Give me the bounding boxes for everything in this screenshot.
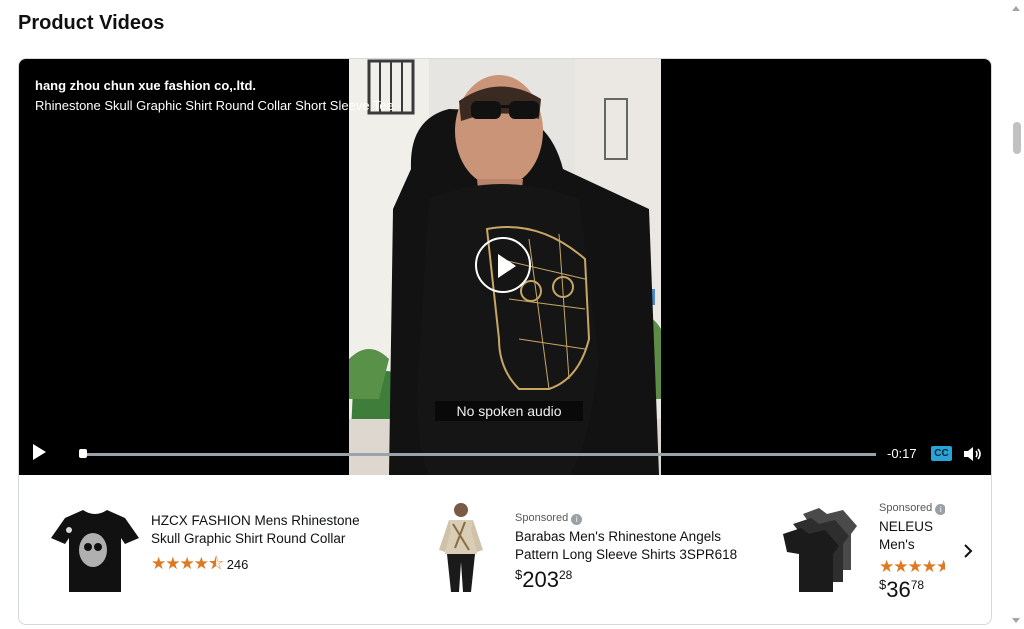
star-rating-icon: ★★★★★ [879, 557, 951, 576]
page-title: Product Videos [18, 12, 165, 34]
star-rating-icon: ★★★★⯪ [151, 554, 224, 573]
product-image[interactable] [773, 500, 873, 598]
related-products-carousel: HZCX FASHION Mens Rhinestone Skull Graph… [19, 475, 991, 624]
time-remaining: -0:17 [887, 446, 917, 461]
big-play-button-icon[interactable] [475, 237, 531, 293]
product-card[interactable]: Sponsored i Barabas Men's Rhinestone Ang… [401, 492, 757, 606]
volume-icon[interactable] [963, 446, 983, 467]
info-icon[interactable]: i [571, 514, 583, 525]
scroll-up-arrow-icon[interactable] [1012, 6, 1020, 11]
video-brand-name: hang zhou chun xue fashion co,.ltd. [35, 78, 256, 93]
video-player[interactable]: hang zhou chun xue fashion co,.ltd. Rhin… [19, 59, 991, 475]
play-button-icon[interactable] [33, 444, 46, 460]
product-card[interactable]: HZCX FASHION Mens Rhinestone Skull Graph… [37, 492, 393, 606]
product-title[interactable]: Barabas Men's Rhinestone Angels Pattern … [515, 528, 747, 564]
progress-bar[interactable] [83, 453, 876, 456]
scroll-down-arrow-icon[interactable] [1012, 618, 1020, 623]
product-image[interactable] [409, 500, 509, 598]
rating-count: 246 [226, 557, 249, 572]
product-rating[interactable]: ★★★★⯪ 246 [151, 551, 383, 580]
video-card: hang zhou chun xue fashion co,.ltd. Rhin… [18, 58, 992, 625]
product-image[interactable] [45, 500, 145, 598]
product-price: $20328 [515, 567, 573, 592]
video-caption: No spoken audio [435, 401, 583, 421]
progress-handle[interactable] [79, 449, 87, 458]
scroll-thumb[interactable] [1013, 122, 1021, 154]
page-scrollbar[interactable] [1009, 0, 1024, 629]
video-title: Rhinestone Skull Graphic Shirt Round Col… [35, 98, 394, 113]
sponsored-label: Sponsored i [515, 512, 747, 525]
chevron-right-icon [964, 544, 973, 558]
closed-captions-button-icon[interactable]: CC [931, 446, 952, 461]
product-title[interactable]: HZCX FASHION Mens Rhinestone Skull Graph… [151, 512, 383, 548]
carousel-next-button[interactable] [945, 499, 991, 603]
